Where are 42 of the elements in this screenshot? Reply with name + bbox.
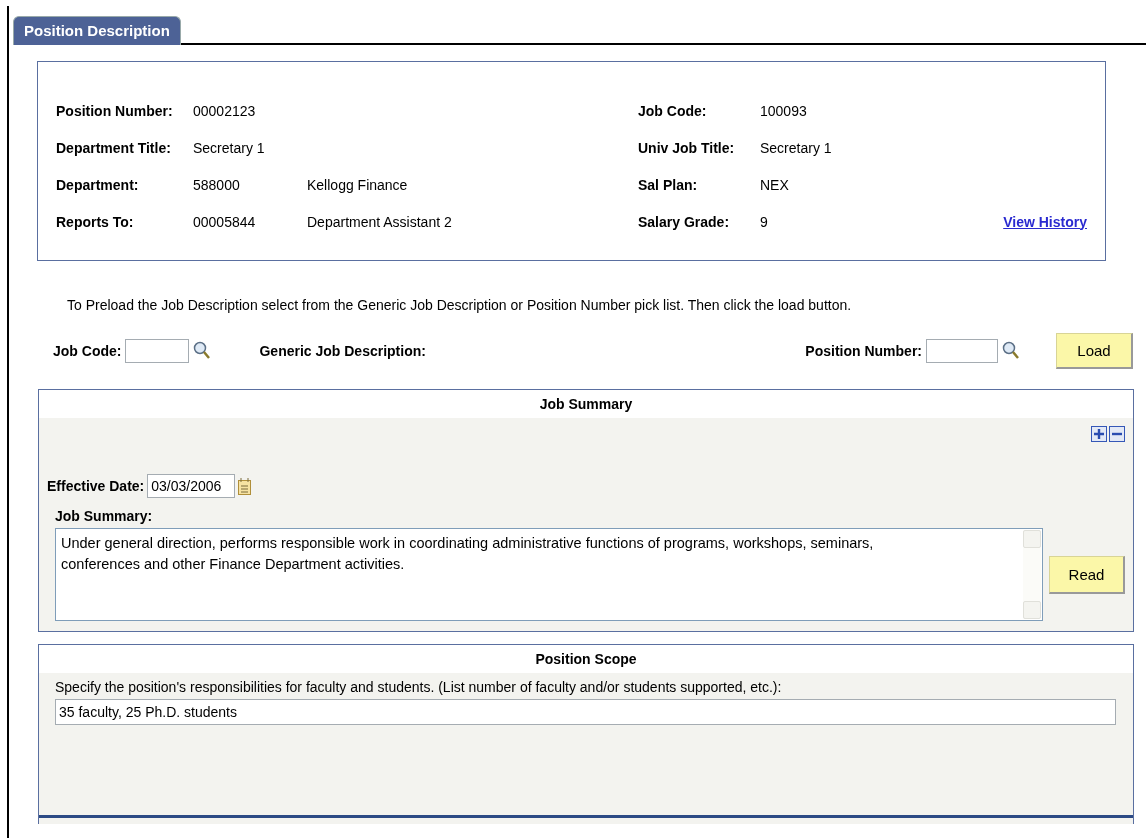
section-title: Position Scope (535, 651, 637, 667)
field-value: NEX (760, 176, 790, 193)
view-history-link[interactable]: View History (1003, 213, 1087, 230)
field-value: 00005844 (193, 213, 257, 230)
field-label: Department Title: (56, 139, 172, 156)
search-icon[interactable] (193, 341, 212, 361)
field-label: Effective Date: (47, 478, 145, 494)
field-value: Department Assistant 2 (307, 213, 452, 230)
field-value: Kellogg Finance (307, 176, 408, 193)
field-label: Salary Grade: (638, 213, 731, 230)
field-value: 100093 (760, 102, 808, 119)
field-value: Secretary 1 (193, 139, 266, 156)
instruction-text: To Preload the Job Description select from the Generic Job Description or Position Number pick list. Then click the load button. (67, 297, 853, 313)
field-label: Position Number: (56, 102, 174, 119)
field-label: Department: (56, 176, 140, 193)
delete-row-icon[interactable] (1109, 426, 1125, 442)
position-scope-field[interactable]: 35 faculty, 25 Ph.D. students (55, 699, 1116, 725)
field-label: Generic Job Description: (259, 343, 426, 359)
scrollbar[interactable] (1023, 530, 1041, 619)
search-icon[interactable] (1002, 341, 1020, 361)
field-value: Secretary 1 (760, 139, 833, 156)
position-number-field[interactable] (926, 339, 998, 363)
load-button[interactable]: Load (1056, 333, 1133, 369)
field-label: Sal Plan: (638, 176, 699, 193)
field-value: 00002123 (193, 102, 257, 119)
field-label: Position Number: (805, 343, 922, 359)
calendar-icon[interactable] (238, 477, 252, 495)
field-label: Reports To: (56, 213, 135, 230)
field-label: Job Code: (638, 102, 708, 119)
field-value: 9 (760, 213, 769, 230)
tab[interactable]: Position Description (13, 16, 181, 45)
job-code-field[interactable] (125, 339, 190, 363)
prompt-text: Specify the position's responsibilities for faculty and students. (List number of faculty and/or students supported, etc.): (55, 679, 783, 695)
field-label: Job Code: (53, 343, 122, 359)
add-row-icon[interactable] (1091, 426, 1107, 442)
date-field[interactable]: 03/03/2006 (147, 474, 236, 498)
field-label: Univ Job Title: (638, 139, 736, 156)
job-summary-field[interactable]: Under general direction, performs responsible work in coordinating administrative functions of programs, workshops, seminars, conferences and other Finance Department activities. (55, 528, 1043, 621)
section-title: Job Summary (539, 396, 633, 412)
field-value: 588000 (193, 176, 241, 193)
field-label: Job Summary: (55, 508, 154, 524)
read-button[interactable]: Read (1049, 555, 1125, 594)
